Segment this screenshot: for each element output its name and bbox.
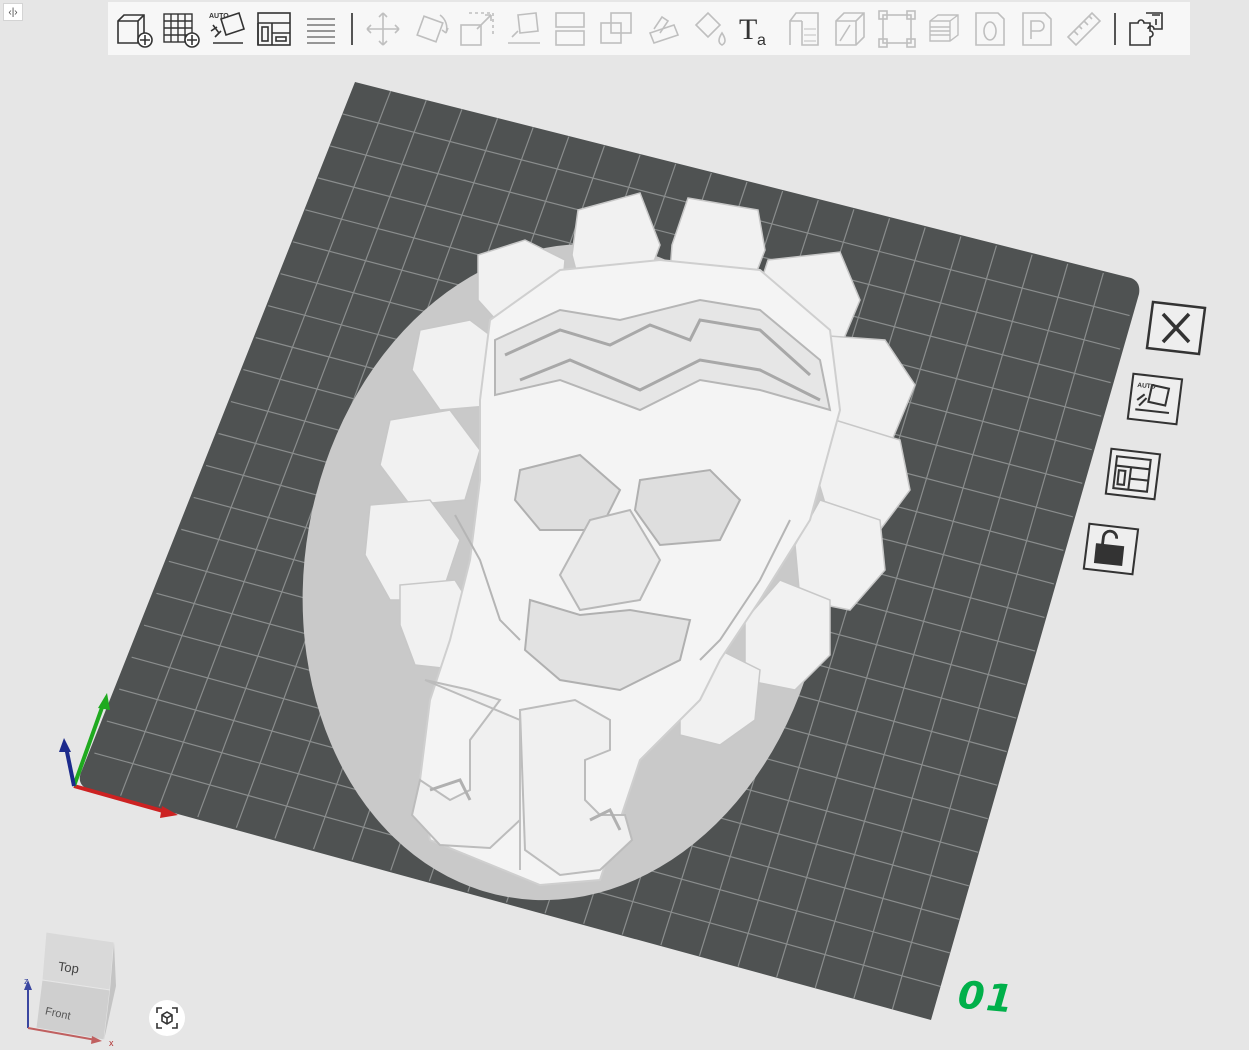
simplify-button[interactable] <box>828 7 872 51</box>
auto-orient-button[interactable]: AUTO <box>205 7 249 51</box>
add-plate-icon <box>162 12 200 48</box>
collapse-panel-button[interactable]: ‹|› <box>3 3 23 21</box>
toolbar-separator <box>1114 12 1117 45</box>
collapse-panel-icon: ‹|› <box>8 6 18 18</box>
assembly-view-icon <box>1129 11 1164 46</box>
support-paint-icon <box>648 15 679 44</box>
measure-button[interactable] <box>1062 7 1106 51</box>
text-emboss-icon: T a <box>739 13 766 49</box>
auto-orient-plate-button[interactable]: AUTO <box>1122 370 1186 428</box>
text-emboss-button[interactable]: T a <box>735 7 779 51</box>
svg-text:T: T <box>739 13 757 46</box>
assembly-icon <box>878 9 916 48</box>
arrange-plate-button[interactable] <box>1100 445 1164 503</box>
slicer-window: ‹|› AUTO T a AUTO 01 Top Front z x <box>0 0 1249 1050</box>
add-object-button[interactable] <box>112 7 156 51</box>
arrange-button[interactable] <box>252 7 296 51</box>
brim-ears-button[interactable] <box>1015 7 1059 51</box>
split-plates-icon <box>306 17 335 44</box>
move-icon <box>366 11 401 46</box>
rotate-button[interactable] <box>408 7 452 51</box>
add-object-icon <box>117 13 153 48</box>
auto-orient-icon: AUTO <box>209 11 246 44</box>
plate-number: 01 <box>956 972 1017 1022</box>
cut-button[interactable] <box>548 7 592 51</box>
seam-paint-button[interactable] <box>922 7 966 51</box>
3d-viewport[interactable]: AUTO <box>0 55 1249 1050</box>
color-paint-icon <box>695 11 727 46</box>
assembly-button[interactable] <box>875 7 919 51</box>
svg-text:a: a <box>757 32 766 49</box>
split-plates-button[interactable] <box>299 7 343 51</box>
move-button[interactable] <box>361 7 405 51</box>
brim-ears-icon <box>1022 11 1052 46</box>
lock-plate-button[interactable] <box>1078 520 1142 578</box>
close-icon <box>1145 300 1207 356</box>
fuzzy-skin-icon <box>975 11 1006 46</box>
add-plate-button[interactable] <box>159 7 203 51</box>
assembly-view-button[interactable] <box>1124 7 1168 51</box>
color-paint-button[interactable] <box>688 7 732 51</box>
seam-paint-icon <box>928 13 959 42</box>
view-cube-x-label: x <box>109 1038 114 1048</box>
unlock-icon <box>1082 522 1140 576</box>
view-cube-z-label: z <box>24 976 29 986</box>
auto-orient-icon: AUTO <box>1126 372 1184 426</box>
reset-view-button[interactable] <box>149 1000 185 1036</box>
delete-plate-button[interactable] <box>1143 298 1207 356</box>
variable-layer-icon <box>788 11 819 46</box>
cut-icon <box>555 11 585 46</box>
arrange-icon <box>257 11 291 46</box>
mesh-boolean-button[interactable] <box>595 7 639 51</box>
view-cube-top-label: Top <box>57 958 80 977</box>
view-cube[interactable] <box>18 928 128 1046</box>
scale-icon <box>460 11 494 46</box>
arrange-icon <box>1104 447 1162 501</box>
support-paint-button[interactable] <box>642 7 686 51</box>
focus-view-icon <box>156 1007 178 1029</box>
scene-canvas <box>59 82 1140 1020</box>
simplify-icon <box>835 11 866 46</box>
variable-layer-button[interactable] <box>782 7 826 51</box>
scale-button[interactable] <box>455 7 499 51</box>
toolbar-separator <box>351 12 354 45</box>
measure-icon <box>1066 11 1101 46</box>
rotate-icon <box>416 13 449 43</box>
main-toolbar: AUTO T a <box>108 2 1190 55</box>
lay-on-face-icon <box>507 11 540 44</box>
fuzzy-skin-button[interactable] <box>968 7 1012 51</box>
lay-on-face-button[interactable] <box>502 7 546 51</box>
mesh-boolean-icon <box>600 11 632 44</box>
